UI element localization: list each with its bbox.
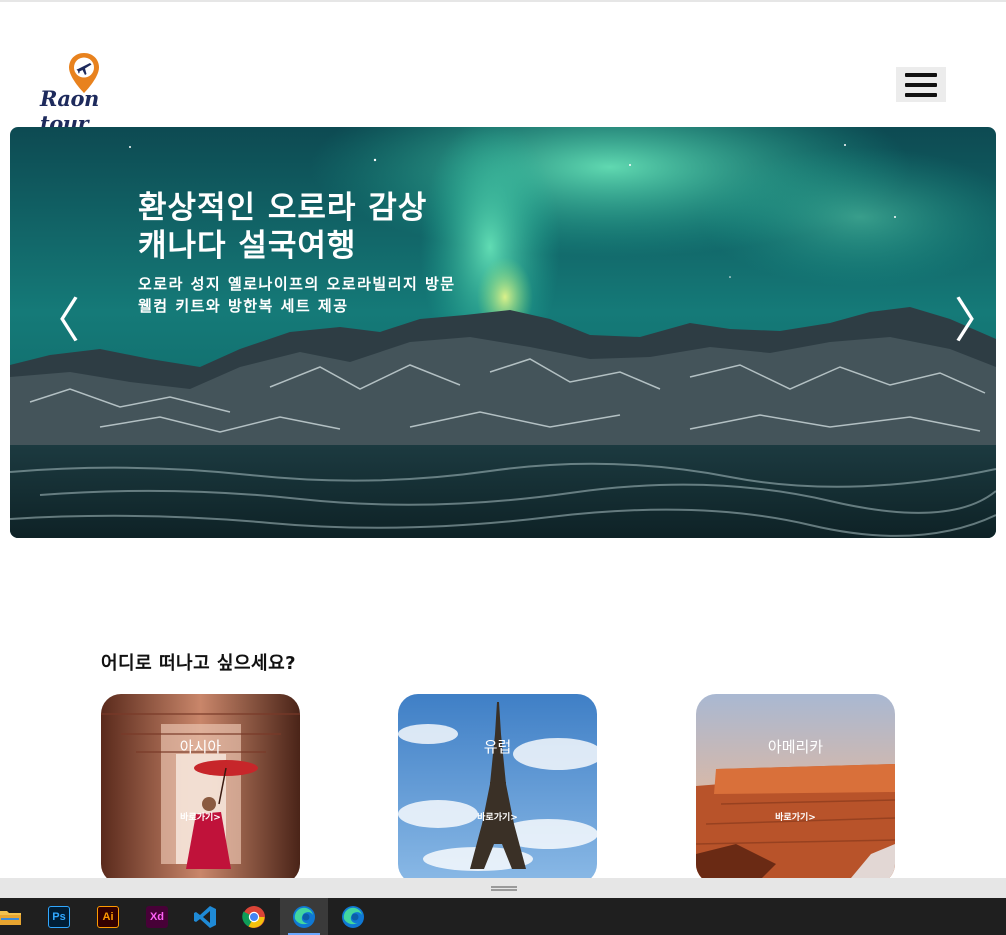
file-explorer-icon[interactable] bbox=[0, 898, 34, 935]
card-shortcut-link[interactable]: 바로가기> bbox=[398, 810, 597, 823]
illustrator-icon[interactable]: Ai bbox=[84, 898, 132, 935]
edge-icon-active[interactable] bbox=[280, 898, 328, 935]
europe-eiffel-tower-image bbox=[398, 694, 597, 884]
card-shortcut-link[interactable]: 바로가기> bbox=[101, 810, 300, 823]
windows-taskbar: Ps Ai Xd bbox=[0, 898, 1006, 935]
raon-tour-logo[interactable]: Raon tour bbox=[40, 50, 130, 136]
hamburger-bar bbox=[905, 82, 937, 87]
america-grand-canyon-image bbox=[696, 694, 895, 884]
hamburger-bar bbox=[905, 72, 937, 77]
card-title: 아시아 bbox=[179, 738, 222, 756]
photoshop-icon[interactable]: Ps bbox=[35, 898, 83, 935]
hero-slider[interactable]: 환상적인 오로라 감상 캐나다 설국여행 오로라 성지 옐로나이프의 오로라빌리… bbox=[10, 127, 996, 538]
window-top-border bbox=[0, 0, 1006, 2]
drag-grip-icon[interactable] bbox=[491, 886, 517, 891]
chrome-icon[interactable] bbox=[230, 898, 278, 935]
destinations-heading: 어디로 떠나고 싶으세요? bbox=[101, 653, 297, 674]
asia-monk-umbrella-image bbox=[101, 694, 300, 884]
xd-icon[interactable]: Xd bbox=[133, 898, 181, 935]
card-title: 유럽 bbox=[483, 738, 512, 756]
destination-card-america[interactable]: 아메리카 바로가기> bbox=[696, 694, 895, 884]
vscode-icon[interactable] bbox=[181, 898, 229, 935]
hero-title: 환상적인 오로라 감상 캐나다 설국여행 bbox=[138, 190, 428, 264]
card-title: 아메리카 bbox=[767, 738, 824, 756]
destination-card-asia[interactable]: 아시아 바로가기> bbox=[101, 694, 300, 884]
destination-card-europe[interactable]: 유럽 바로가기> bbox=[398, 694, 597, 884]
edge-icon[interactable] bbox=[329, 898, 377, 935]
hamburger-menu-button[interactable] bbox=[896, 67, 946, 102]
card-shortcut-link[interactable]: 바로가기> bbox=[696, 810, 895, 823]
slider-prev-arrow-icon[interactable]: 〈 bbox=[32, 297, 80, 345]
hero-subtitle: 오로라 성지 옐로나이프의 오로라빌리지 방문 웰컴 키트와 방한복 세트 제공 bbox=[138, 275, 456, 315]
hamburger-bar bbox=[905, 92, 937, 97]
slider-next-arrow-icon[interactable]: 〉 bbox=[954, 297, 996, 345]
panel-resize-bar[interactable] bbox=[0, 878, 1006, 898]
